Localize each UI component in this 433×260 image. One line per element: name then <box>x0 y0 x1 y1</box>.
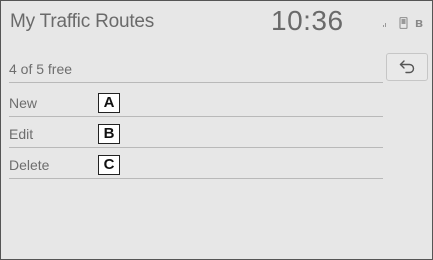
back-button[interactable] <box>386 53 428 81</box>
clock: 10:36 <box>271 5 344 36</box>
menu-item-delete[interactable]: Delete C <box>9 151 383 179</box>
divider <box>9 147 383 148</box>
free-slots-row: 4 of 5 free <box>9 55 383 83</box>
title-bar: My Traffic Routes 10:36 ʙ <box>1 1 432 47</box>
divider <box>9 178 383 179</box>
menu-item-new-label: New <box>9 95 38 111</box>
menu-item-edit[interactable]: Edit B <box>9 120 383 148</box>
divider <box>9 116 383 117</box>
page-title: My Traffic Routes <box>10 11 155 32</box>
back-arrow-icon <box>399 60 415 74</box>
divider <box>9 82 383 83</box>
free-slots-label: 4 of 5 free <box>9 61 73 77</box>
callout-b: B <box>98 124 120 144</box>
menu-item-new[interactable]: New A <box>9 89 383 117</box>
status-icons: ʙ <box>377 15 429 31</box>
bluetooth-icon: ʙ <box>415 15 423 30</box>
menu-item-edit-label: Edit <box>9 126 34 142</box>
screen-frame: My Traffic Routes 10:36 ʙ 4 of 5 free Ne… <box>0 0 433 260</box>
callout-c: C <box>98 155 120 175</box>
phone-icon <box>399 17 408 29</box>
signal-icon <box>383 23 386 27</box>
menu-item-delete-label: Delete <box>9 157 50 173</box>
callout-a: A <box>98 93 120 113</box>
